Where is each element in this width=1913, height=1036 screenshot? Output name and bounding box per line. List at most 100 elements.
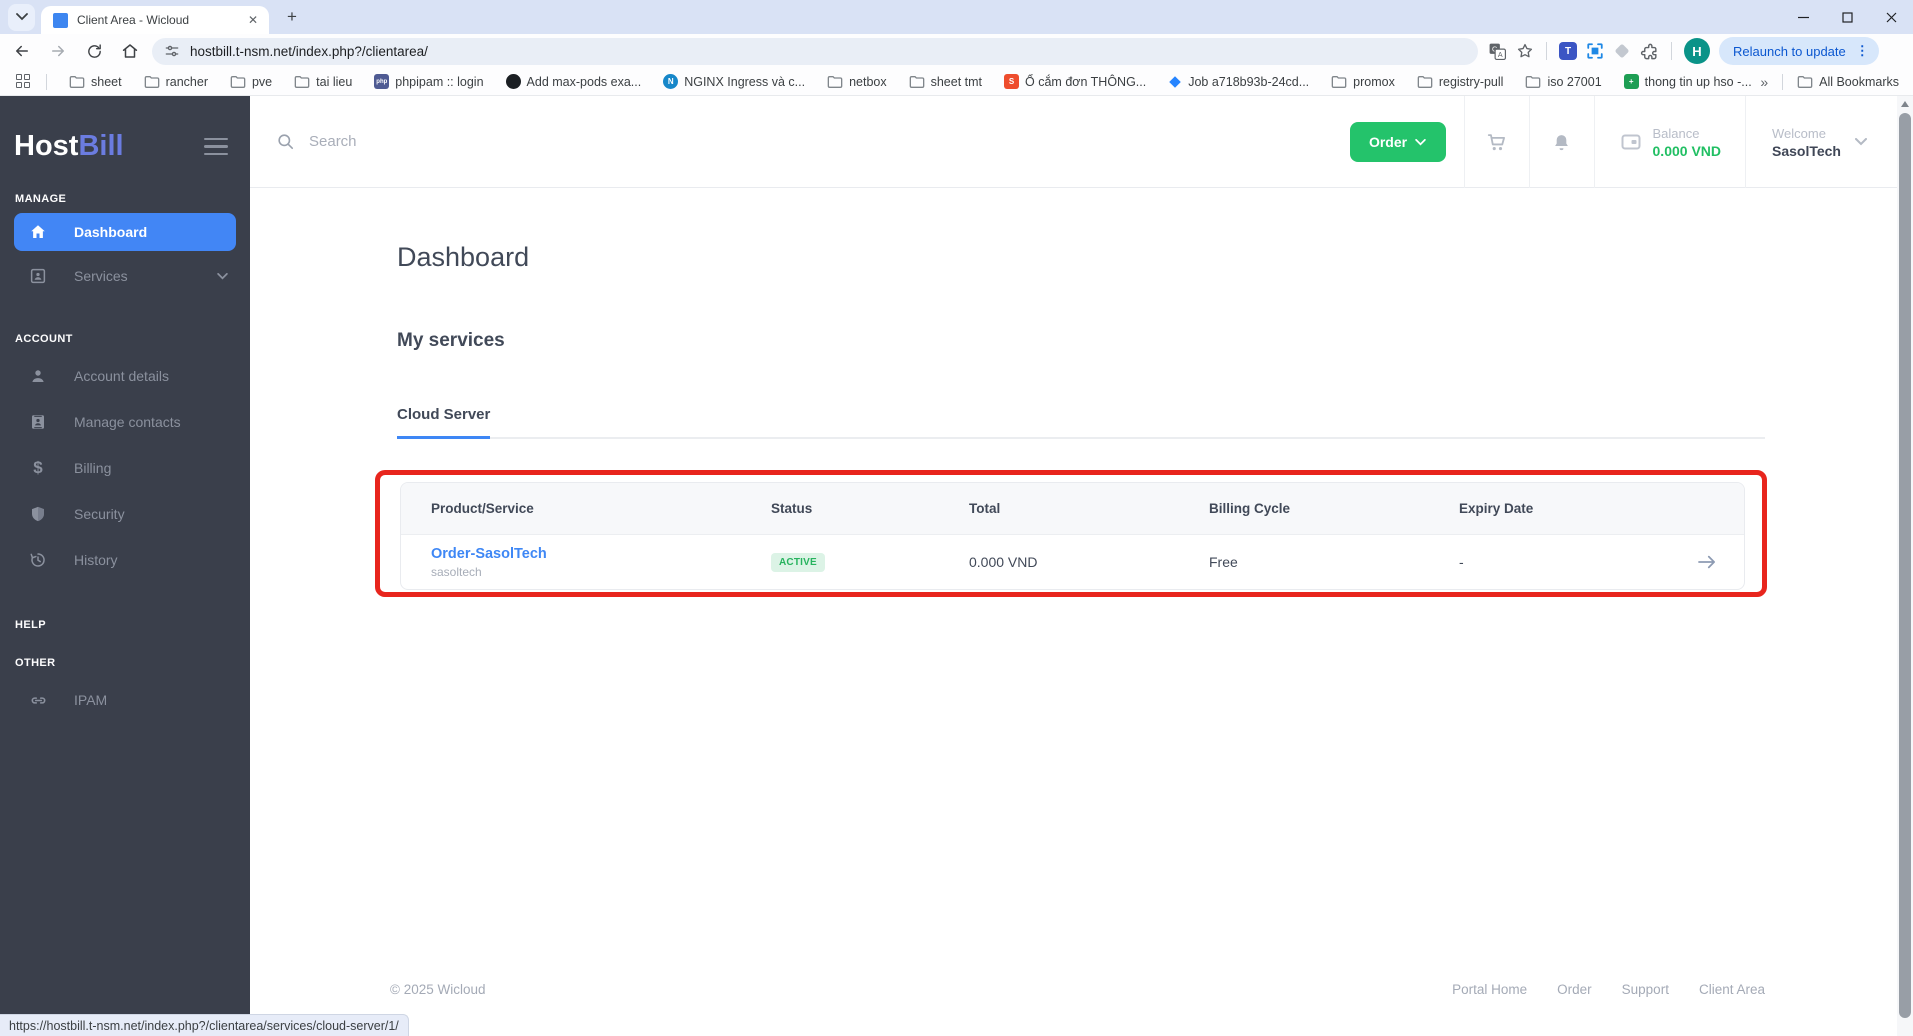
folder-icon — [230, 75, 246, 88]
sidebar-item-account-details[interactable]: Account details — [0, 353, 250, 399]
sidebar-section-account: ACCOUNT — [15, 333, 73, 345]
sidebar-item-dashboard[interactable]: Dashboard — [14, 213, 236, 251]
sidebar-item-billing[interactable]: $ Billing — [0, 445, 250, 491]
user-menu[interactable]: Welcome SasolTech — [1746, 126, 1897, 159]
bookmark-item[interactable]: Job a718b93b-24cd... — [1168, 75, 1309, 89]
order-button[interactable]: Order — [1349, 122, 1446, 162]
footer-link-order[interactable]: Order — [1557, 982, 1592, 997]
bookmark-item[interactable]: php phpipam :: login — [374, 74, 484, 89]
bell-icon — [1555, 134, 1568, 150]
new-tab-button[interactable]: + — [279, 4, 305, 30]
extensions-puzzle-icon[interactable] — [1640, 42, 1659, 61]
history-clock-icon — [28, 550, 48, 570]
bookmark-item[interactable]: promox — [1331, 75, 1395, 89]
folder-icon — [294, 75, 310, 88]
bookmark-item[interactable]: pve — [230, 75, 272, 89]
bookmark-item[interactable]: tai lieu — [294, 75, 352, 89]
browser-tab[interactable]: Client Area - Wicloud ✕ — [41, 6, 269, 34]
service-link[interactable]: Order-SasolTech — [431, 546, 547, 562]
bookmark-item[interactable]: sheet — [69, 75, 122, 89]
column-total: Total — [969, 501, 1001, 516]
search-icon — [276, 132, 295, 151]
app-topbar: Order Balance 0.000 VND — [250, 96, 1897, 188]
bookmarks-separator — [1782, 73, 1784, 90]
address-bar[interactable]: hostbill.t-nsm.net/index.php?/clientarea… — [152, 37, 1478, 65]
chevron-down-icon — [1415, 138, 1426, 145]
bookmark-item[interactable]: sheet tmt — [909, 75, 982, 89]
service-subtitle: sasoltech — [431, 565, 482, 579]
chevron-down-icon — [1855, 138, 1867, 146]
bookmark-item[interactable]: N NGINX Ingress và c... — [663, 74, 805, 89]
sidebar-item-services[interactable]: Services — [0, 253, 250, 299]
folder-icon — [1331, 75, 1347, 88]
bookmark-star-icon[interactable] — [1516, 42, 1534, 60]
scrollbar-thumb[interactable] — [1899, 113, 1911, 1018]
browser-menu-icon[interactable]: ⋮ — [1856, 43, 1869, 59]
service-total: 0.000 VND — [969, 554, 1038, 570]
search-input[interactable] — [309, 133, 609, 150]
bookmark-item[interactable]: netbox — [827, 75, 887, 89]
tab-close-icon[interactable]: ✕ — [245, 12, 261, 28]
extension-disabled-icon[interactable] — [1613, 42, 1631, 60]
maximize-button[interactable] — [1825, 0, 1869, 34]
service-expiry: - — [1459, 554, 1464, 570]
folder-icon — [69, 75, 85, 88]
bookmark-item[interactable]: SỔ cắm đơn THÔNG... — [1004, 74, 1146, 89]
cart-button[interactable] — [1465, 131, 1529, 153]
bookmark-item[interactable]: + thong tin up hso -... — [1623, 74, 1752, 89]
bookmark-item[interactable]: rancher — [144, 75, 208, 89]
folder-icon — [144, 75, 159, 88]
open-service-arrow[interactable] — [1681, 554, 1744, 570]
sidebar-item-history[interactable]: History — [0, 537, 250, 583]
sidebar-section-help: HELP — [15, 619, 46, 631]
folder-icon — [909, 75, 924, 88]
bookmark-item[interactable]: registry-pull — [1417, 75, 1503, 89]
sidebar-item-manage-contacts[interactable]: Manage contacts — [0, 399, 250, 445]
bookmarks-separator — [46, 73, 47, 90]
wallet-icon — [1619, 130, 1643, 154]
profile-avatar[interactable]: H — [1684, 38, 1710, 64]
close-window-button[interactable] — [1869, 0, 1913, 34]
apps-grid-icon[interactable] — [16, 73, 32, 90]
sidebar-item-ipam[interactable]: IPAM — [0, 677, 250, 723]
folder-icon — [827, 75, 843, 88]
all-bookmarks-button[interactable]: All Bookmarks — [1797, 75, 1899, 89]
page-scrollbar[interactable] — [1897, 96, 1913, 1036]
cart-icon — [1487, 134, 1505, 151]
hostbill-logo[interactable]: HostBill — [14, 130, 124, 163]
extension-translator-icon[interactable]: T — [1559, 42, 1577, 60]
bookmark-item[interactable]: iso 27001 — [1525, 75, 1602, 89]
bookmarks-overflow-icon[interactable]: » — [1760, 74, 1768, 90]
balance-value: 0.000 VND — [1652, 142, 1721, 159]
footer-link-support[interactable]: Support — [1622, 982, 1669, 997]
scrollbar-up-arrow[interactable] — [1901, 101, 1909, 107]
translate-icon[interactable]: GA — [1488, 42, 1507, 61]
footer-link-client-area[interactable]: Client Area — [1699, 982, 1765, 997]
bookmark-item[interactable]: Add max-pods exa... — [505, 74, 641, 89]
folder-icon — [1526, 75, 1541, 88]
tab-cloud-server[interactable]: Cloud Server — [397, 406, 491, 439]
extension-screenshot-icon[interactable] — [1586, 42, 1604, 60]
forward-button[interactable] — [44, 37, 72, 65]
balance-widget[interactable]: Balance 0.000 VND — [1595, 126, 1745, 159]
table-row[interactable]: Order-SasolTech sasoltech ACTIVE 0.000 V… — [401, 535, 1744, 589]
tab-search-button[interactable] — [8, 3, 35, 31]
relaunch-to-update-button[interactable]: Relaunch to update ⋮ — [1719, 37, 1879, 65]
back-button[interactable] — [8, 37, 36, 65]
sidebar-item-security[interactable]: Security — [0, 491, 250, 537]
home-button[interactable] — [116, 37, 144, 65]
site-settings-icon[interactable] — [164, 43, 180, 59]
relaunch-label: Relaunch to update — [1733, 43, 1846, 59]
table-header-row: Product/Service Status Total Billing Cyc… — [401, 483, 1744, 535]
sidebar-toggle-icon[interactable] — [204, 137, 228, 156]
github-icon — [505, 74, 521, 89]
services-table: Product/Service Status Total Billing Cyc… — [400, 482, 1745, 590]
url-text[interactable]: hostbill.t-nsm.net/index.php?/clientarea… — [190, 44, 428, 59]
reload-button[interactable] — [80, 37, 108, 65]
footer-link-portal-home[interactable]: Portal Home — [1452, 982, 1527, 997]
sidebar-section-manage: MANAGE — [15, 193, 67, 205]
sidebar-section-other: OTHER — [15, 657, 56, 669]
minimize-button[interactable] — [1781, 0, 1825, 34]
notifications-button[interactable] — [1530, 132, 1594, 153]
arrow-right-icon — [1698, 555, 1715, 569]
